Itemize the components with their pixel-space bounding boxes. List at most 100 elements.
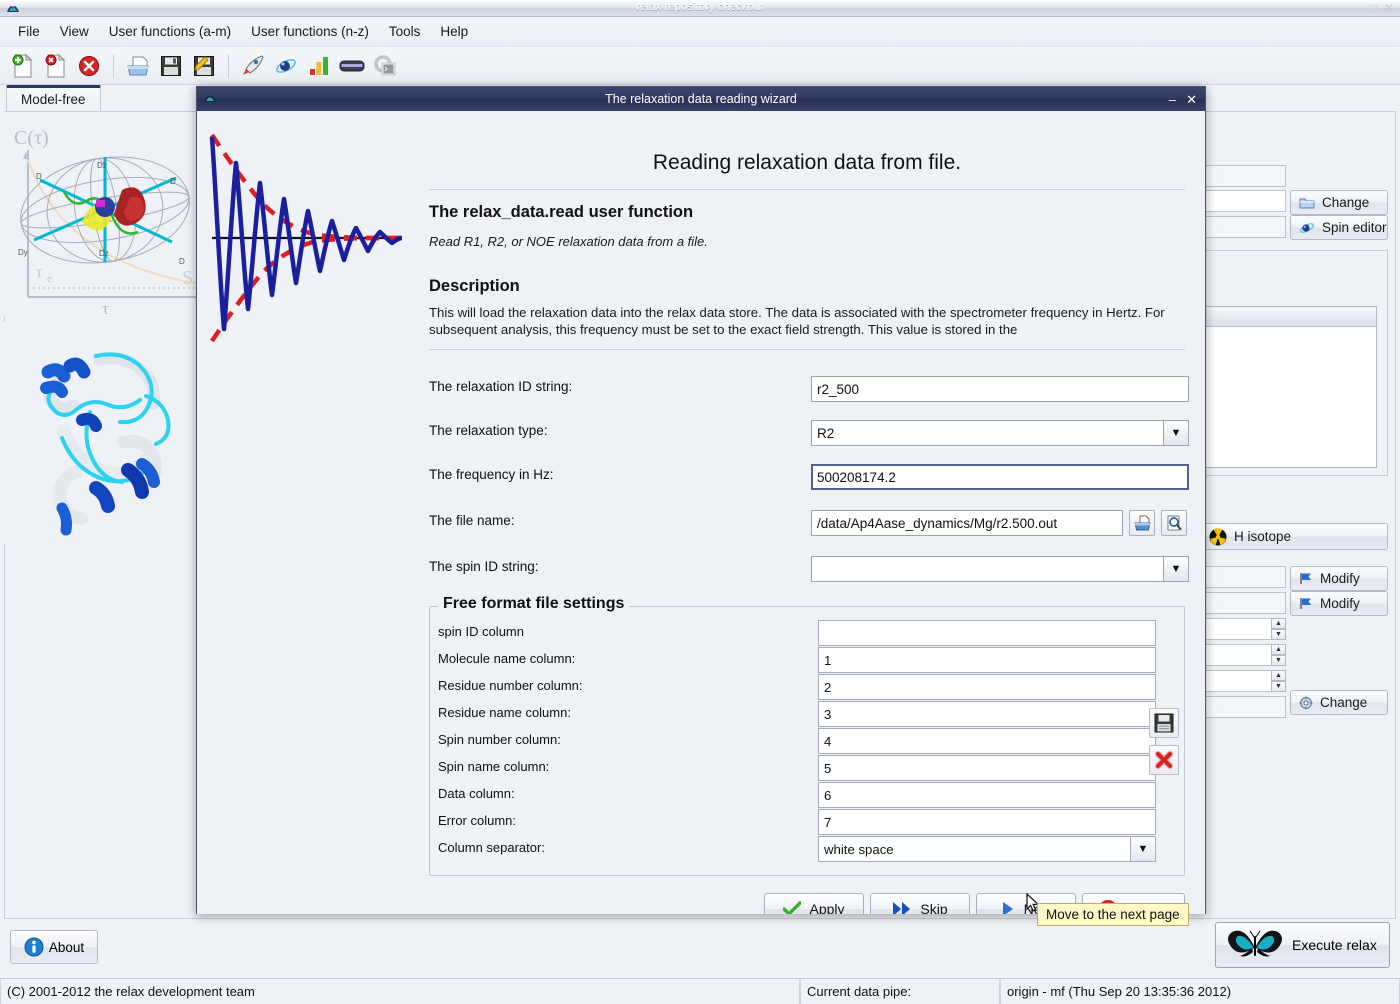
chevron-down-icon-3[interactable]: ▼ <box>1130 836 1156 862</box>
data-column-input[interactable]: 6 <box>818 782 1156 808</box>
close-analysis-icon[interactable] <box>41 51 71 81</box>
svg-text:D: D <box>36 172 42 181</box>
residue-name-column-label: Residue name column: <box>438 705 571 720</box>
relaxation-id-label: The relaxation ID string: <box>429 379 572 394</box>
error-column-input[interactable]: 7 <box>818 809 1156 835</box>
modify-button-2[interactable]: Modify <box>1290 591 1388 616</box>
change-button-2-label: Change <box>1320 695 1367 710</box>
residue-number-column-input[interactable]: 2 <box>818 674 1156 700</box>
prompt-console-icon[interactable] <box>370 51 400 81</box>
spin-id-combo[interactable]: ▼ <box>811 556 1189 582</box>
spin-id-column-label: spin ID column <box>438 624 524 639</box>
spin-viewer-icon[interactable] <box>271 51 301 81</box>
wizard-close-icon[interactable]: ✕ <box>1186 93 1197 106</box>
right-panel-spin-field-1[interactable] <box>1204 618 1272 640</box>
menubar: File View User functions (a-m) User func… <box>0 17 1400 47</box>
menu-file[interactable]: File <box>8 21 50 42</box>
open-file-icon[interactable] <box>1129 510 1155 536</box>
spinner-down-icon-3[interactable]: ▼ <box>1271 681 1286 692</box>
isotope-button[interactable]: H isotope <box>1200 523 1388 550</box>
wizard-description-pane: The relax_data.read user function Read R… <box>429 203 1185 343</box>
spin-id-column-input[interactable] <box>818 620 1156 646</box>
right-panel-spinner-2[interactable]: ▲▼ <box>1271 644 1286 666</box>
relaxation-data-wizard-dialog: The relaxation data reading wizard – ✕ R… <box>196 86 1206 914</box>
frequency-input[interactable]: 500208174.2 <box>811 464 1189 490</box>
menu-help[interactable]: Help <box>430 21 478 42</box>
delete-settings-icon[interactable] <box>1149 745 1179 775</box>
results-viewer-icon[interactable] <box>304 51 334 81</box>
chevron-down-icon-2[interactable]: ▼ <box>1163 556 1189 582</box>
save-settings-icon[interactable] <box>1149 708 1179 738</box>
execute-relax-label: Execute relax <box>1292 937 1377 953</box>
modify-button-1[interactable]: Modify <box>1290 566 1388 591</box>
spinner-up-icon[interactable]: ▲ <box>1271 618 1286 629</box>
spin-number-column-input[interactable]: 4 <box>818 728 1156 754</box>
ff-row-error-column: Error column: 7 <box>438 809 1178 836</box>
apply-button[interactable]: Apply <box>764 893 864 914</box>
close-all-analyses-icon[interactable] <box>74 51 104 81</box>
chevron-down-icon[interactable]: ▼ <box>1163 420 1189 446</box>
spin-id-label: The spin ID string: <box>429 559 539 574</box>
right-panel-spinner-1[interactable]: ▲▼ <box>1271 618 1286 640</box>
right-panel-field-5[interactable] <box>1204 592 1286 614</box>
right-panel-field-4[interactable] <box>1204 566 1286 588</box>
maximize-icon[interactable]: □ <box>1370 2 1377 14</box>
main-window-title: relax repository checkout <box>0 1 1400 13</box>
spinner-up-icon-3[interactable]: ▲ <box>1271 670 1286 681</box>
spinner-up-icon-2[interactable]: ▲ <box>1271 644 1286 655</box>
right-panel-field-3[interactable] <box>1204 216 1286 238</box>
right-panel-spin-field-3[interactable] <box>1204 670 1272 692</box>
menu-view[interactable]: View <box>50 21 99 42</box>
relaxation-type-combo[interactable]: R2 ▼ <box>811 420 1189 446</box>
spinner-down-icon-2[interactable]: ▼ <box>1271 655 1286 666</box>
svg-text:τ: τ <box>102 299 109 317</box>
open-state-icon[interactable] <box>123 51 153 81</box>
residue-number-column-label: Residue number column: <box>438 678 583 693</box>
right-panel-list[interactable] <box>1197 306 1377 468</box>
right-panel-spinner-3[interactable]: ▲▼ <box>1271 670 1286 692</box>
about-button[interactable]: About <box>10 930 98 964</box>
close-icon[interactable]: ✕ <box>1384 2 1394 14</box>
run-relax-icon[interactable] <box>238 51 268 81</box>
check-icon <box>783 901 801 914</box>
relax-application-window: relax repository checkout – □ ✕ File Vie… <box>0 0 1400 1004</box>
right-panel-field-1[interactable] <box>1204 165 1286 187</box>
menu-user-functions-n-z[interactable]: User functions (n-z) <box>241 21 379 42</box>
execute-relax-button[interactable]: Execute relax <box>1215 922 1390 968</box>
wizard-minimize-icon[interactable]: – <box>1169 93 1176 106</box>
new-analysis-icon[interactable] <box>8 51 38 81</box>
file-name-label: The file name: <box>429 513 515 528</box>
change-button[interactable]: Change <box>1290 190 1388 215</box>
spin-editor-icon <box>1299 221 1315 235</box>
svg-text:C(τ): C(τ) <box>14 127 49 149</box>
file-name-input[interactable]: /data/Ap4Aase_dynamics/Mg/r2.500.out <box>811 510 1123 536</box>
gear-icon <box>1299 696 1313 710</box>
save-state-as-icon[interactable] <box>189 51 219 81</box>
double-arrow-icon <box>892 901 912 914</box>
main-window-controls: – □ ✕ <box>1356 2 1394 14</box>
relaxation-type-label: The relaxation type: <box>429 423 548 438</box>
menu-tools[interactable]: Tools <box>379 21 431 42</box>
relaxation-id-input[interactable]: r2_500 <box>811 376 1189 402</box>
field-row-relaxation-id: The relaxation ID string: r2_500 <box>429 376 1185 402</box>
save-state-icon[interactable] <box>156 51 186 81</box>
spin-name-column-label: Spin name column: <box>438 759 549 774</box>
skip-button[interactable]: Skip <box>870 893 970 914</box>
spinner-down-icon[interactable]: ▼ <box>1271 629 1286 640</box>
molecule-name-column-input[interactable]: 1 <box>818 647 1156 673</box>
menu-user-functions-a-m[interactable]: User functions (a-m) <box>99 21 241 42</box>
right-panel-field-6[interactable] <box>1204 696 1286 718</box>
protein-structure-graphic <box>4 322 206 544</box>
change-button-2[interactable]: Change <box>1290 690 1388 715</box>
tab-model-free[interactable]: Model-free <box>6 85 101 112</box>
preview-file-icon[interactable] <box>1161 510 1187 536</box>
data-pipe-editor-icon[interactable] <box>337 51 367 81</box>
spin-editor-button[interactable]: Spin editor <box>1290 215 1388 240</box>
spin-name-column-input[interactable]: 5 <box>818 755 1156 781</box>
description-section-title: Description <box>429 277 1185 296</box>
residue-name-column-input[interactable]: 3 <box>818 701 1156 727</box>
right-panel-field-2[interactable] <box>1204 190 1286 212</box>
column-separator-combo[interactable]: white space ▼ <box>818 836 1156 862</box>
minimize-icon[interactable]: – <box>1356 2 1363 14</box>
right-panel-spin-field-2[interactable] <box>1204 644 1272 666</box>
